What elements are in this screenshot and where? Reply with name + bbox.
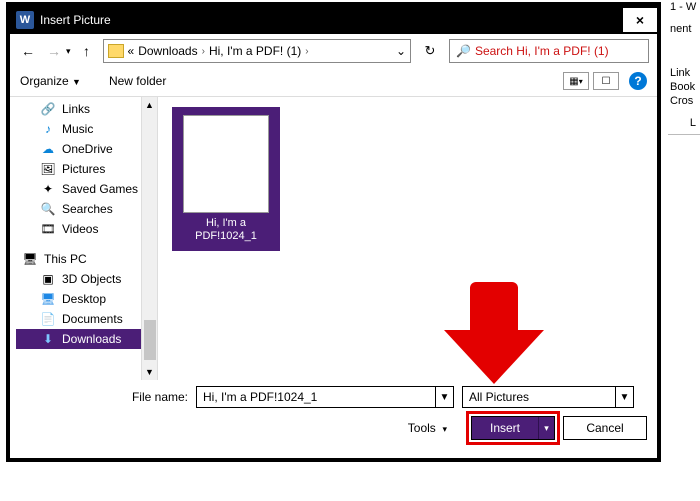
insert-split-dropdown[interactable]: ▾ [538, 417, 554, 439]
filename-combo[interactable]: Hi, I'm a PDF!1024_1 ▼ [196, 386, 454, 408]
background-ribbon-fragment: 1 - W nent Link Book Cros L [668, 0, 700, 501]
dialog-title: Insert Picture [40, 13, 111, 27]
insert-picture-dialog: W Insert Picture × ← → ▾ ↑ « Downloads ›… [6, 2, 661, 462]
preview-pane-button[interactable]: ☐ [593, 72, 619, 90]
filetype-combo[interactable]: All Pictures ▼ [462, 386, 634, 408]
breadcrumb-item[interactable]: Hi, I'm a PDF! (1) [209, 44, 301, 58]
path-dropdown-icon[interactable]: ⌄ [396, 44, 406, 58]
organize-menu[interactable]: Organize ▼ [20, 74, 81, 88]
tree-item-icon: 🔗 [40, 102, 56, 116]
tree-item[interactable]: ⬇ Downloads [16, 329, 157, 349]
tree-item-icon: 🔍 [40, 202, 56, 216]
filename-label: File name: [20, 390, 188, 404]
tree-item-icon: ☁ [40, 142, 56, 156]
tree-item-label: Searches [62, 202, 113, 216]
scroll-thumb[interactable] [144, 320, 156, 360]
file-pane[interactable]: Hi, I'm a PDF!1024_1 [158, 97, 657, 380]
file-thumbnail-selected[interactable]: Hi, I'm a PDF!1024_1 [172, 107, 280, 251]
insert-button[interactable]: Insert ▾ [471, 416, 555, 440]
tree-item-label: This PC [44, 252, 87, 266]
tree-scrollbar[interactable]: ▲ ▼ [141, 97, 157, 380]
nav-row: ← → ▾ ↑ « Downloads › Hi, I'm a PDF! (1)… [10, 34, 657, 68]
dialog-footer: File name: Hi, I'm a PDF!1024_1 ▼ All Pi… [10, 380, 657, 458]
tree-item-label: Pictures [62, 162, 105, 176]
cancel-button[interactable]: Cancel [563, 416, 647, 440]
folder-icon [108, 44, 124, 58]
tree-item-label: Documents [62, 312, 123, 326]
search-input[interactable]: 🔎 Search Hi, I'm a PDF! (1) [449, 39, 649, 63]
address-bar[interactable]: « Downloads › Hi, I'm a PDF! (1) › ⌄ [103, 39, 411, 63]
nav-forward-button[interactable]: → [44, 41, 64, 61]
pc-icon: 🖥 [22, 252, 38, 266]
tree-item-this-pc[interactable]: 🖥 This PC [16, 249, 157, 269]
tree-item[interactable]: 🔍 Searches [16, 199, 157, 219]
tree-item-label: Saved Games [62, 182, 138, 196]
close-button[interactable]: × [623, 8, 657, 32]
tree-item[interactable]: 🔗 Links [16, 99, 157, 119]
tree-item[interactable]: ☁ OneDrive [16, 139, 157, 159]
toolbar: Organize ▼ New folder ▦▾ ☐ ? [10, 68, 657, 97]
titlebar: W Insert Picture × [10, 6, 657, 34]
tree-item-icon: 🖥 [40, 292, 56, 306]
navigation-tree: 🔗 Links ♪ Music ☁ OneDrive 🖼 Pictures ✦ Saved Gam… [10, 97, 158, 380]
refresh-button[interactable]: ↻ [417, 39, 443, 63]
nav-history-dropdown[interactable]: ▾ [66, 46, 71, 57]
tree-item-icon: ♪ [40, 122, 56, 136]
tree-item-label: 3D Objects [62, 272, 121, 286]
thumbnail-icon [183, 115, 269, 213]
tree-item-icon: ▣ [40, 272, 56, 286]
tree-item[interactable]: ▣ 3D Objects [16, 269, 157, 289]
tree-item[interactable]: 📄 Documents [16, 309, 157, 329]
tree-item-icon: 📄 [40, 312, 56, 326]
tree-item[interactable]: 🖥 Desktop [16, 289, 157, 309]
nav-up-button[interactable]: ↑ [77, 41, 97, 61]
tree-item-label: OneDrive [62, 142, 113, 156]
tools-menu[interactable]: Tools ▾ [408, 421, 447, 435]
chevron-down-icon[interactable]: ▼ [615, 387, 633, 407]
tree-item[interactable]: ✦ Saved Games [16, 179, 157, 199]
tree-item-label: Videos [62, 222, 98, 236]
tree-item-icon: 🖼 [40, 162, 56, 176]
search-icon: 🔎 [456, 44, 471, 58]
scroll-down-icon[interactable]: ▼ [142, 364, 158, 380]
tree-item-icon: ⬇ [40, 332, 56, 346]
tree-item-icon: ✦ [40, 182, 56, 196]
tree-item-label: Downloads [62, 332, 121, 346]
new-folder-button[interactable]: New folder [109, 74, 166, 88]
thumbnail-label: Hi, I'm a PDF!1024_1 [182, 217, 270, 243]
tree-item[interactable]: ♪ Music [16, 119, 157, 139]
tree-item[interactable]: 🖼 Pictures [16, 159, 157, 179]
tree-item-label: Desktop [62, 292, 106, 306]
nav-back-button[interactable]: ← [18, 41, 38, 61]
tree-item-label: Music [62, 122, 93, 136]
chevron-down-icon[interactable]: ▼ [435, 387, 453, 407]
view-mode-button[interactable]: ▦▾ [563, 72, 589, 90]
word-icon: W [16, 11, 34, 29]
tree-item[interactable]: 🎞 Videos [16, 219, 157, 239]
tree-item-icon: 🎞 [40, 222, 56, 236]
help-button[interactable]: ? [629, 72, 647, 90]
breadcrumb-prefix: « [128, 44, 135, 58]
tree-item-label: Links [62, 102, 90, 116]
scroll-up-icon[interactable]: ▲ [142, 97, 158, 113]
breadcrumb-item[interactable]: Downloads [138, 44, 197, 58]
